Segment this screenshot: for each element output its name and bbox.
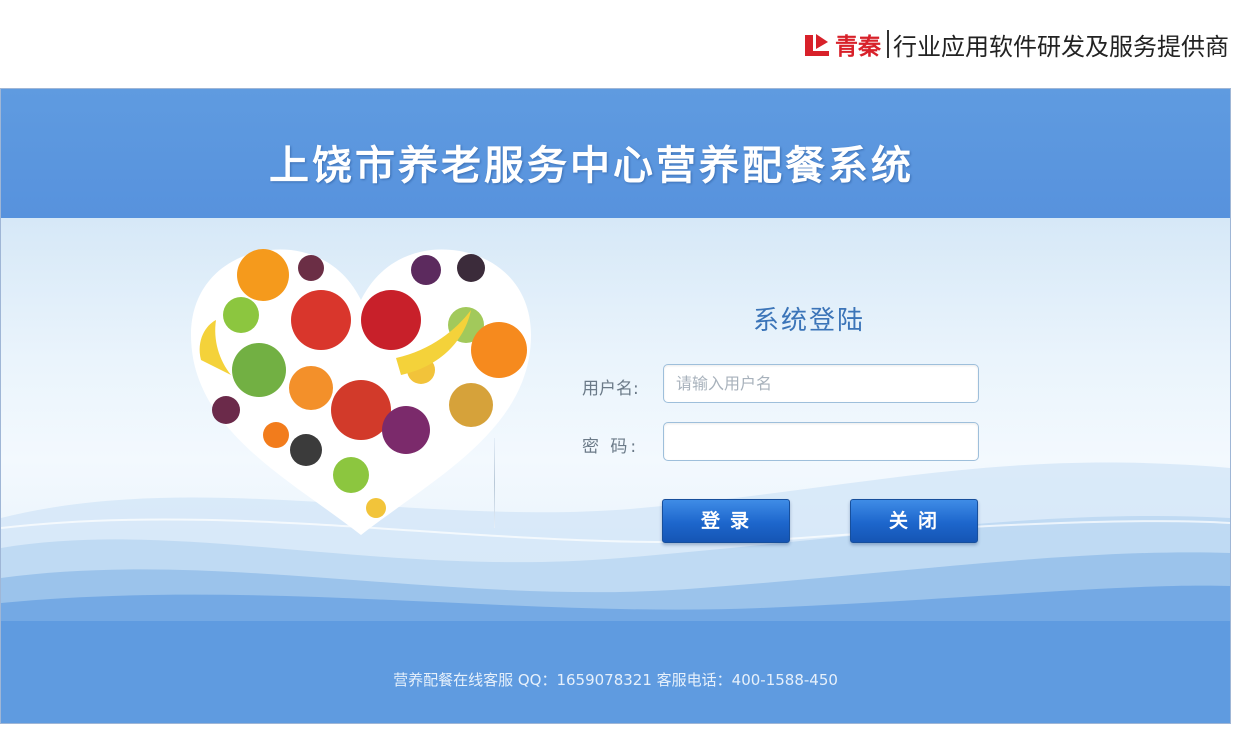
qingqin-logo-icon: [805, 34, 829, 56]
vertical-divider: [494, 438, 495, 528]
username-input[interactable]: [663, 364, 979, 403]
login-button[interactable]: 登录: [662, 499, 790, 543]
login-frame: 上饶市养老服务中心营养配餐系统 系统登陆 用户名: 请输入用户名 密 码: 登录…: [0, 88, 1231, 724]
brand-divider: [887, 30, 889, 58]
content-band: 系统登陆 用户名: 密 码: 登录 关闭: [1, 218, 1230, 621]
brand-name: 青秦: [835, 34, 881, 60]
brand-tagline: 行业应用软件研发及服务提供商: [893, 32, 1229, 61]
fruit-heart-image: [191, 249, 531, 535]
header-band: 上饶市养老服务中心营养配餐系统: [1, 89, 1230, 218]
close-button[interactable]: 关闭: [850, 499, 978, 543]
password-label: 密 码:: [582, 437, 640, 457]
login-title: 系统登陆: [753, 306, 866, 336]
system-title: 上饶市养老服务中心营养配餐系统: [269, 142, 914, 189]
username-label: 用户名:: [582, 379, 639, 399]
password-input[interactable]: [663, 422, 979, 461]
footer-contact-text: 营养配餐在线客服 QQ：1659078321 客服电话：400-1588-450: [393, 671, 838, 689]
brand-bar: 青秦 行业应用软件研发及服务提供商: [803, 14, 1229, 74]
